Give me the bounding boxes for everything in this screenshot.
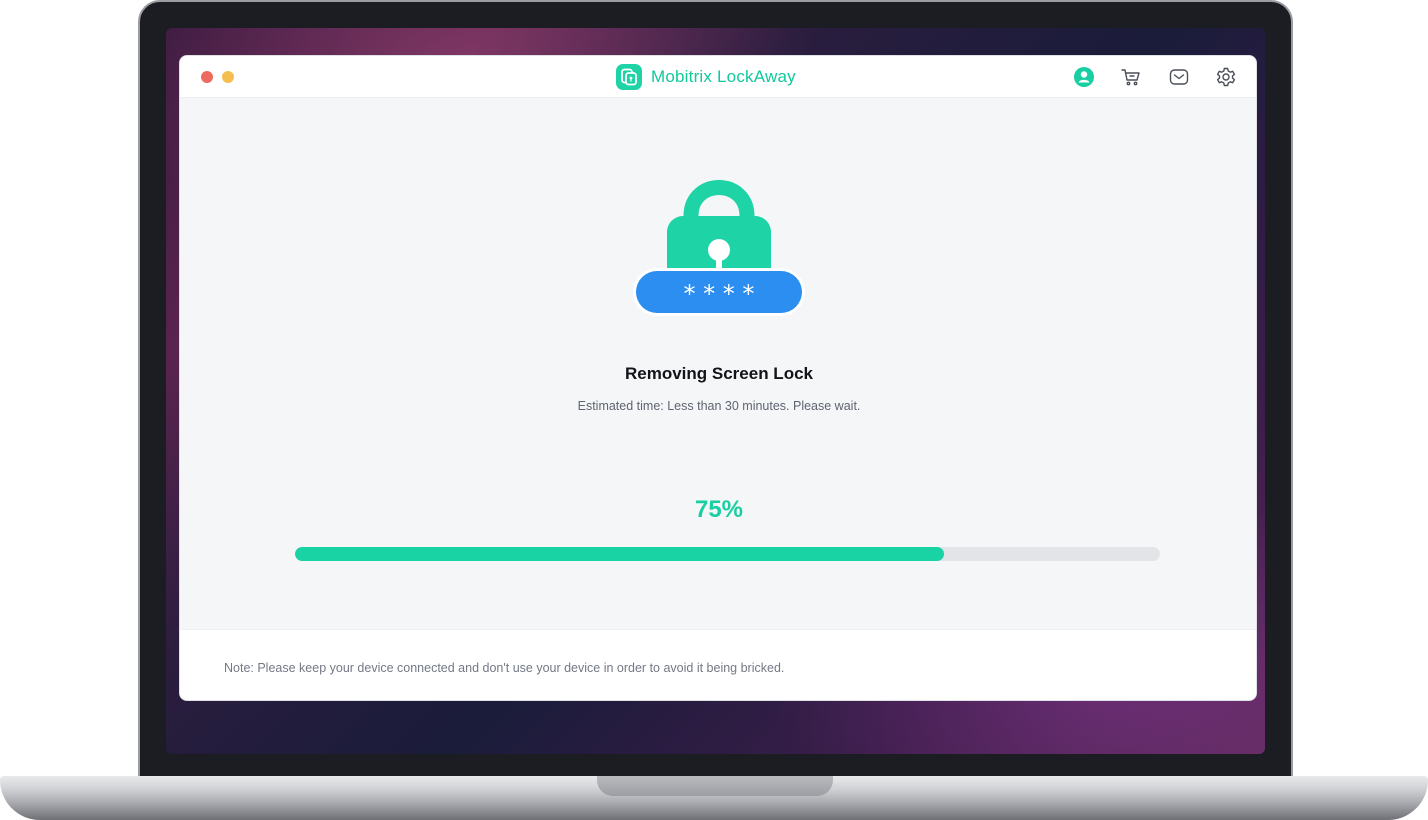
footer-note: Note: Please keep your device connected … xyxy=(224,661,785,675)
account-icon[interactable] xyxy=(1073,66,1095,88)
progress-percent: 75% xyxy=(694,496,744,523)
status-title: Removing Screen Lock xyxy=(624,364,813,383)
app-window: Mobitrix LockAway * * * * Removing Scree… xyxy=(179,55,1257,701)
app-title: Mobitrix LockAway xyxy=(651,67,796,86)
title-bar: Mobitrix LockAway xyxy=(180,56,1256,98)
password-mask-text: * * * * xyxy=(684,280,755,308)
status-subtitle: Estimated time: Less than 30 minutes. Pl… xyxy=(577,399,861,413)
footer-note-area: Note: Please keep your device connected … xyxy=(180,629,1256,700)
laptop-notch xyxy=(597,776,833,796)
close-window-button[interactable] xyxy=(201,71,213,83)
app-logo-icon xyxy=(616,64,642,90)
lock-illustration: * * * * xyxy=(633,180,805,316)
mail-icon[interactable] xyxy=(1168,66,1190,88)
minimize-window-button[interactable] xyxy=(222,71,234,83)
progress-bar-fill xyxy=(295,547,944,561)
settings-icon[interactable] xyxy=(1215,66,1237,88)
cart-icon[interactable] xyxy=(1120,66,1142,88)
progress-bar xyxy=(295,547,1160,561)
app-brand: Mobitrix LockAway xyxy=(616,64,796,90)
